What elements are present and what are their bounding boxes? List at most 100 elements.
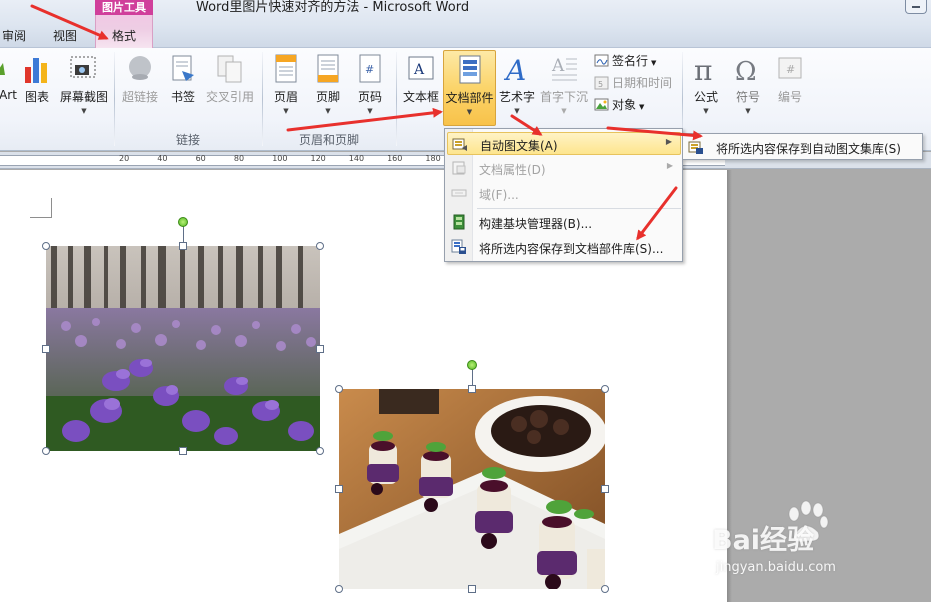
resize-handle-bottom[interactable] — [468, 585, 476, 593]
field-label: 域(F)... — [479, 188, 519, 202]
tab-format[interactable]: 格式 — [112, 27, 136, 44]
resize-handle-right[interactable] — [601, 485, 609, 493]
resize-handle-left[interactable] — [42, 345, 50, 353]
resize-handle-top-left[interactable] — [42, 242, 50, 250]
picture-tools-label: 图片工具 — [95, 0, 153, 15]
ruler-tick-label: 80 — [233, 154, 245, 163]
flower-picture[interactable] — [46, 246, 320, 451]
menu-item-autotext[interactable]: 自动图文集(A) ▶ — [447, 132, 681, 155]
ruler-tick-label: 100 — [272, 154, 288, 163]
bookmark-button[interactable]: 书签 — [166, 50, 200, 128]
text-box-button[interactable]: A 文本框 — [400, 50, 442, 128]
rotate-handle[interactable] — [467, 360, 477, 370]
menu-item-save-to-gallery[interactable]: 将所选内容保存到文档部件库(S)... — [447, 236, 681, 259]
object-label: 对象 — [612, 98, 637, 112]
flower-photo — [46, 246, 320, 451]
symbol-label: 符号 — [735, 90, 760, 104]
menu-item-building-blocks-organizer[interactable]: 构建基块管理器(B)... — [447, 211, 681, 234]
ruler-tick-label: 20 — [119, 154, 130, 163]
quick-parts-button[interactable]: 文档部件 ▼ — [443, 50, 496, 126]
wordart-button[interactable]: A 艺术字 ▼ — [497, 50, 537, 128]
svg-text:Ω: Ω — [735, 57, 757, 85]
menu-item-document-property[interactable]: 文档属性(D) ▶ — [447, 157, 681, 180]
autotext-icon — [452, 138, 467, 151]
menu-item-field[interactable]: 域(F)... — [447, 182, 681, 205]
minimize-button[interactable] — [905, 0, 927, 14]
screenshot-icon — [70, 56, 96, 78]
ruler-tick-label: 160 — [387, 154, 403, 163]
autotext-label: 自动图文集(A) — [480, 139, 558, 153]
header-dropdown-icon: ▼ — [283, 107, 289, 115]
resize-handle-bottom-right[interactable] — [316, 447, 324, 455]
resize-handle-top-left[interactable] — [335, 385, 343, 393]
symbol-button[interactable]: Ω 符号 ▼ — [728, 50, 768, 128]
ruler-tick-label: 40 — [157, 154, 168, 163]
cross-reference-button[interactable]: 交叉引用 — [202, 50, 258, 128]
resize-handle-bottom-left[interactable] — [335, 585, 343, 593]
resize-handle-top[interactable] — [179, 242, 187, 250]
signature-line-label: 签名行 — [612, 54, 649, 68]
dessert-picture[interactable] — [339, 389, 605, 589]
group-label-links: 链接 — [175, 133, 200, 147]
drop-cap-icon: A — [551, 56, 577, 81]
save-to-autotext-label[interactable]: 将所选内容保存到自动图文集库(S) — [716, 140, 901, 157]
omega-icon: Ω — [735, 57, 757, 85]
text-box-icon: A — [408, 56, 434, 80]
date-time-button[interactable]: 5 日期和时间 — [594, 74, 672, 94]
resize-handle-top-right[interactable] — [601, 385, 609, 393]
screenshot-dropdown-icon: ▼ — [81, 107, 87, 115]
signature-line-dropdown-icon: ▼ — [651, 59, 657, 67]
tab-view[interactable]: 视图 — [53, 27, 77, 44]
hyperlink-button[interactable]: 超链接 — [118, 50, 162, 128]
globe-link-icon — [129, 56, 151, 80]
resize-handle-bottom[interactable] — [179, 447, 187, 455]
rotate-stem — [183, 226, 184, 242]
save-to-autotext-icon — [688, 141, 703, 154]
ruler-tick-label: 180 — [425, 154, 441, 163]
baidu-watermark: Bai经验 jingyan.baidu.com — [712, 500, 912, 580]
resize-handle-right[interactable] — [316, 345, 324, 353]
rotate-handle[interactable] — [178, 217, 188, 227]
page-number-label: 页码 — [357, 90, 382, 104]
screenshot-button[interactable]: 屏幕截图 ▼ — [58, 50, 110, 128]
smartart-button[interactable]: Art — [0, 50, 22, 128]
numbering-label: 编号 — [777, 90, 802, 104]
signature-line-button[interactable]: 签名行 ▼ — [594, 52, 656, 72]
resize-handle-left[interactable] — [335, 485, 343, 493]
resize-handle-bottom-left[interactable] — [42, 447, 50, 455]
numbering-icon: # — [778, 57, 802, 79]
chart-button[interactable]: 图表 — [20, 50, 54, 128]
page-number-icon: # — [359, 54, 381, 83]
numbering-button[interactable]: # 编号 — [770, 50, 810, 128]
object-button[interactable]: 对象 ▼ — [594, 96, 644, 116]
equation-dropdown-icon: ▼ — [703, 107, 709, 115]
watermark-url: jingyan.baidu.com — [716, 560, 836, 575]
hyperlink-label: 超链接 — [121, 90, 158, 104]
document-property-icon — [452, 161, 466, 175]
submenu-arrow-icon: ▶ — [665, 137, 672, 146]
svg-text:#: # — [786, 63, 795, 76]
bar-chart-icon — [25, 58, 47, 83]
page-number-button[interactable]: # 页码 ▼ — [352, 50, 388, 128]
object-dropdown-icon: ▼ — [639, 103, 645, 111]
drop-cap-button[interactable]: A 首字下沉 ▼ — [538, 50, 590, 128]
wordart-dropdown-icon: ▼ — [514, 107, 520, 115]
resize-handle-bottom-right[interactable] — [601, 585, 609, 593]
tab-review[interactable]: 审阅 — [2, 27, 26, 44]
equation-label: 公式 — [693, 90, 718, 104]
cross-reference-label: 交叉引用 — [205, 90, 254, 104]
resize-handle-top[interactable] — [468, 385, 476, 393]
footer-button[interactable]: 页脚 ▼ — [310, 50, 346, 128]
symbol-dropdown-icon: ▼ — [745, 107, 751, 115]
date-time-label: 日期和时间 — [612, 76, 673, 90]
header-button[interactable]: 页眉 ▼ — [268, 50, 304, 128]
svg-text:A: A — [551, 56, 565, 76]
svg-text:A: A — [503, 54, 526, 85]
bookmark-label: 书签 — [170, 90, 195, 104]
footer-icon — [317, 54, 339, 83]
building-blocks-label: 构建基块管理器(B)... — [479, 217, 593, 231]
equation-button[interactable]: π 公式 ▼ — [686, 50, 726, 128]
header-label: 页眉 — [273, 90, 298, 104]
quick-parts-menu: 自动图文集(A) ▶ 文档属性(D) ▶ 域(F)... 构建基块管理器(B).… — [444, 128, 683, 262]
resize-handle-top-right[interactable] — [316, 242, 324, 250]
